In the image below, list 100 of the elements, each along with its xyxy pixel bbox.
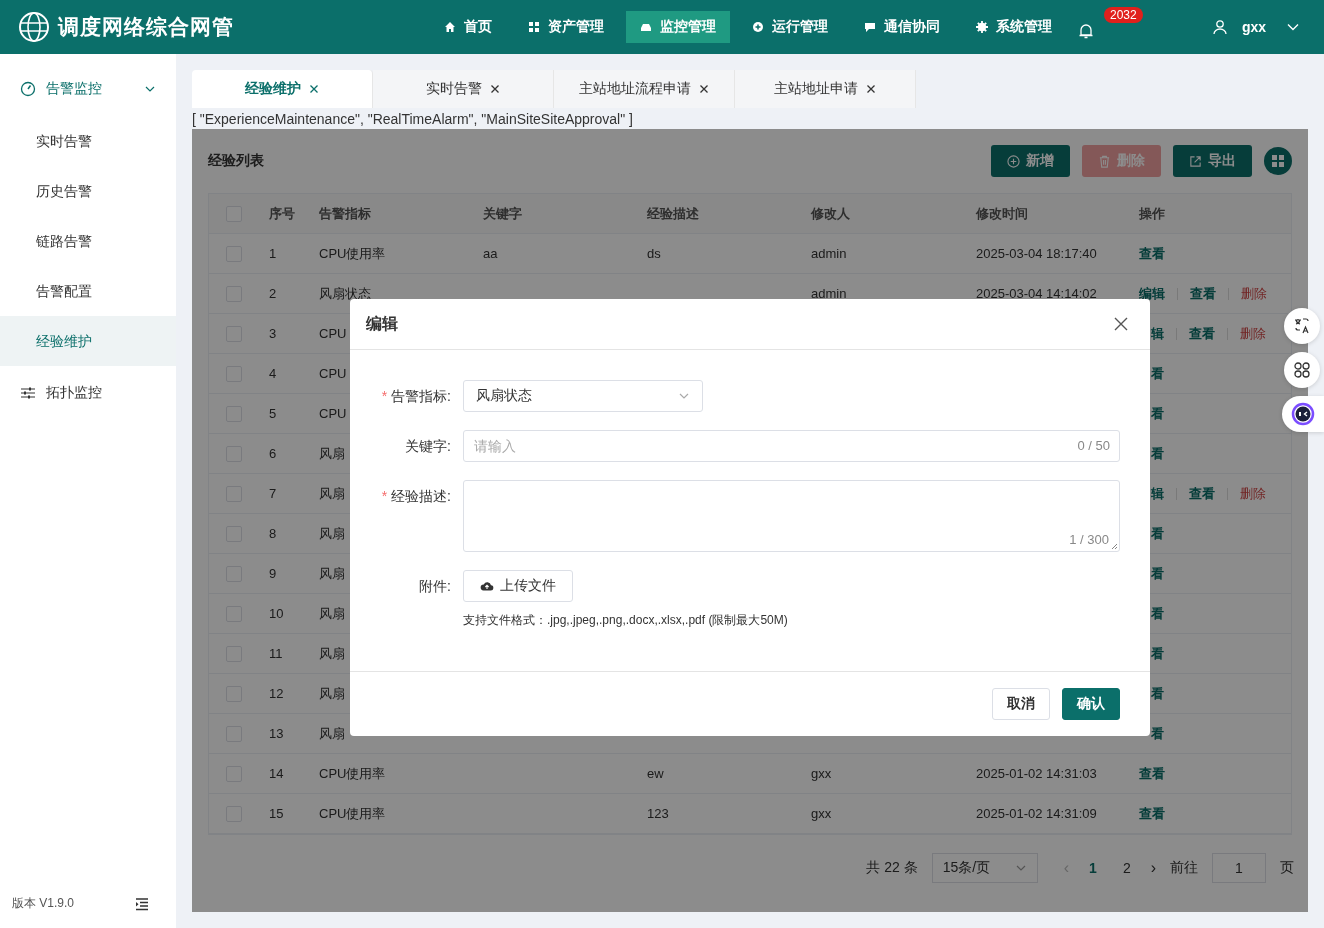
next-page-button[interactable]: › — [1150, 859, 1156, 877]
toolbar-button[interactable]: 导出 — [1173, 145, 1252, 177]
row-action-link[interactable]: 看 — [1151, 364, 1164, 383]
nav-item[interactable]: 监控管理 — [626, 11, 730, 43]
menu-item[interactable]: 经验维护 — [0, 316, 176, 366]
table-cell: CPU — [319, 406, 347, 421]
table-cell: 5 — [269, 406, 277, 421]
nav-item[interactable]: 资产管理 — [514, 11, 618, 43]
close-icon[interactable] — [490, 84, 500, 94]
table-cell: ds — [647, 246, 661, 261]
nav-item[interactable]: 通信协同 — [850, 11, 954, 43]
row-action-link[interactable]: 看 — [1151, 684, 1164, 703]
assistant-icon[interactable] — [1282, 396, 1324, 432]
table-cell: CPU使用率 — [319, 245, 386, 261]
row-action-link[interactable]: 删除 — [1240, 484, 1266, 503]
close-icon[interactable] — [309, 84, 319, 94]
page-number[interactable]: 1 — [1083, 860, 1103, 876]
page-size-select[interactable]: 15条/页 — [931, 853, 1038, 883]
field-label: 关键字: — [405, 438, 451, 454]
plus-circle-icon — [1007, 154, 1020, 168]
trash-icon — [1098, 154, 1111, 168]
menu-group[interactable]: 拓扑监控 — [0, 366, 176, 420]
app-title: 调度网络综合网管 — [58, 14, 234, 40]
dialog-title: 编辑 — [366, 313, 398, 334]
table-cell: 风扇 — [319, 645, 345, 661]
menu-item[interactable]: 实时告警 — [0, 116, 176, 166]
notification-badge: 2032 — [1104, 6, 1143, 23]
row-action-link[interactable]: 查看 — [1139, 804, 1165, 823]
row-action-link[interactable]: 看 — [1151, 644, 1164, 663]
table-cell: 风扇 — [319, 685, 345, 701]
cancel-button[interactable]: 取消 — [992, 688, 1050, 720]
nav-item[interactable]: 系统管理 — [962, 11, 1066, 43]
row-action-link[interactable]: 编辑 — [1139, 284, 1165, 303]
car-icon — [640, 21, 652, 33]
confirm-button[interactable]: 确认 — [1062, 688, 1120, 720]
row-action-link[interactable]: 查看 — [1139, 244, 1165, 263]
close-icon[interactable] — [866, 84, 876, 94]
row-action-link[interactable]: 辑 — [1151, 324, 1164, 343]
row-action-link[interactable]: 删除 — [1240, 324, 1266, 343]
table-cell: 风扇 — [319, 525, 345, 541]
total-count: 共 22 条 — [866, 859, 918, 877]
toolbar-button[interactable]: 新增 — [991, 145, 1070, 177]
table-cell: 9 — [269, 566, 277, 581]
upload-button[interactable]: 上传文件 — [463, 570, 573, 602]
table-cell: 7 — [269, 486, 277, 501]
table-cell: 风扇 — [319, 565, 345, 581]
row-action-link[interactable]: 查看 — [1189, 484, 1215, 503]
translate-icon[interactable] — [1284, 308, 1320, 344]
bell-icon[interactable] — [1078, 22, 1094, 39]
page-tab[interactable]: 主站地址流程申请 — [554, 70, 735, 108]
user-icon — [1211, 19, 1228, 35]
upload-hint: 支持文件格式：.jpg,.jpeg,.png,.docx,.xlsx,.pdf (限制最大50M) — [463, 612, 789, 629]
menu-item[interactable]: 链路告警 — [0, 216, 176, 266]
row-action-link[interactable]: 看 — [1151, 524, 1164, 543]
page-tab[interactable]: 主站地址申请 — [735, 70, 916, 108]
goto-page-field[interactable]: 1 — [1212, 853, 1266, 883]
table-cell: 2025-03-04 14:14:02 — [976, 286, 1097, 301]
row-action-link[interactable]: 看 — [1151, 404, 1164, 423]
chat-icon — [864, 21, 876, 33]
row-action-link[interactable]: 查看 — [1189, 324, 1215, 343]
table-cell: ew — [647, 766, 664, 781]
row-action-link[interactable]: 查看 — [1139, 764, 1165, 783]
nav-item[interactable]: 运行管理 — [738, 11, 842, 43]
gauge-icon — [20, 81, 36, 97]
table-cell: 4 — [269, 366, 277, 381]
column-header: 经验描述 — [646, 204, 700, 223]
menu-item[interactable]: 告警配置 — [0, 266, 176, 316]
nav-item[interactable]: 首页 — [430, 11, 506, 43]
table-cell: 风扇 — [319, 485, 345, 501]
table-cell: CPU使用率 — [319, 805, 386, 821]
description-field[interactable]: 1 / 300 — [463, 480, 1120, 552]
row-action-link[interactable]: 看 — [1151, 564, 1164, 583]
row-action-link[interactable]: 查看 — [1190, 284, 1216, 303]
goto-label: 前往 — [1170, 859, 1198, 877]
table-cell: 1 — [269, 246, 277, 261]
table-cell: 2025-01-02 14:31:09 — [976, 806, 1097, 821]
row-action-link[interactable]: 辑 — [1151, 484, 1164, 503]
resize-grip-icon[interactable] — [1110, 542, 1118, 550]
layout-toggle-icon[interactable] — [1264, 147, 1292, 175]
column-header: 修改人 — [809, 204, 851, 223]
page-tab[interactable]: 实时告警 — [373, 70, 554, 108]
row-action-link[interactable]: 删除 — [1241, 284, 1267, 303]
user-name[interactable]: gxx — [1241, 19, 1266, 35]
page-tab[interactable]: 经验维护 — [192, 70, 373, 108]
menu-item[interactable]: 历史告警 — [0, 166, 176, 216]
indicator-select[interactable]: 风扇状态 — [463, 380, 703, 412]
row-action-link[interactable]: 看 — [1151, 724, 1164, 743]
apps-icon[interactable] — [1284, 352, 1320, 388]
card-title: 经验列表 — [208, 152, 264, 170]
row-action-link[interactable]: 看 — [1151, 444, 1164, 463]
page-number[interactable]: 2 — [1116, 860, 1137, 876]
column-header: 修改时间 — [974, 204, 1029, 223]
close-icon[interactable] — [1114, 317, 1128, 331]
menu-group[interactable]: 告警监控 — [0, 62, 176, 116]
close-icon[interactable] — [699, 84, 709, 94]
table-cell: CPU使用率 — [319, 765, 386, 781]
row-action-link[interactable]: 看 — [1151, 604, 1164, 623]
table-cell: 风扇 — [319, 605, 345, 621]
field-label: 附件: — [419, 578, 451, 594]
collapse-menu-icon[interactable] — [134, 895, 150, 912]
